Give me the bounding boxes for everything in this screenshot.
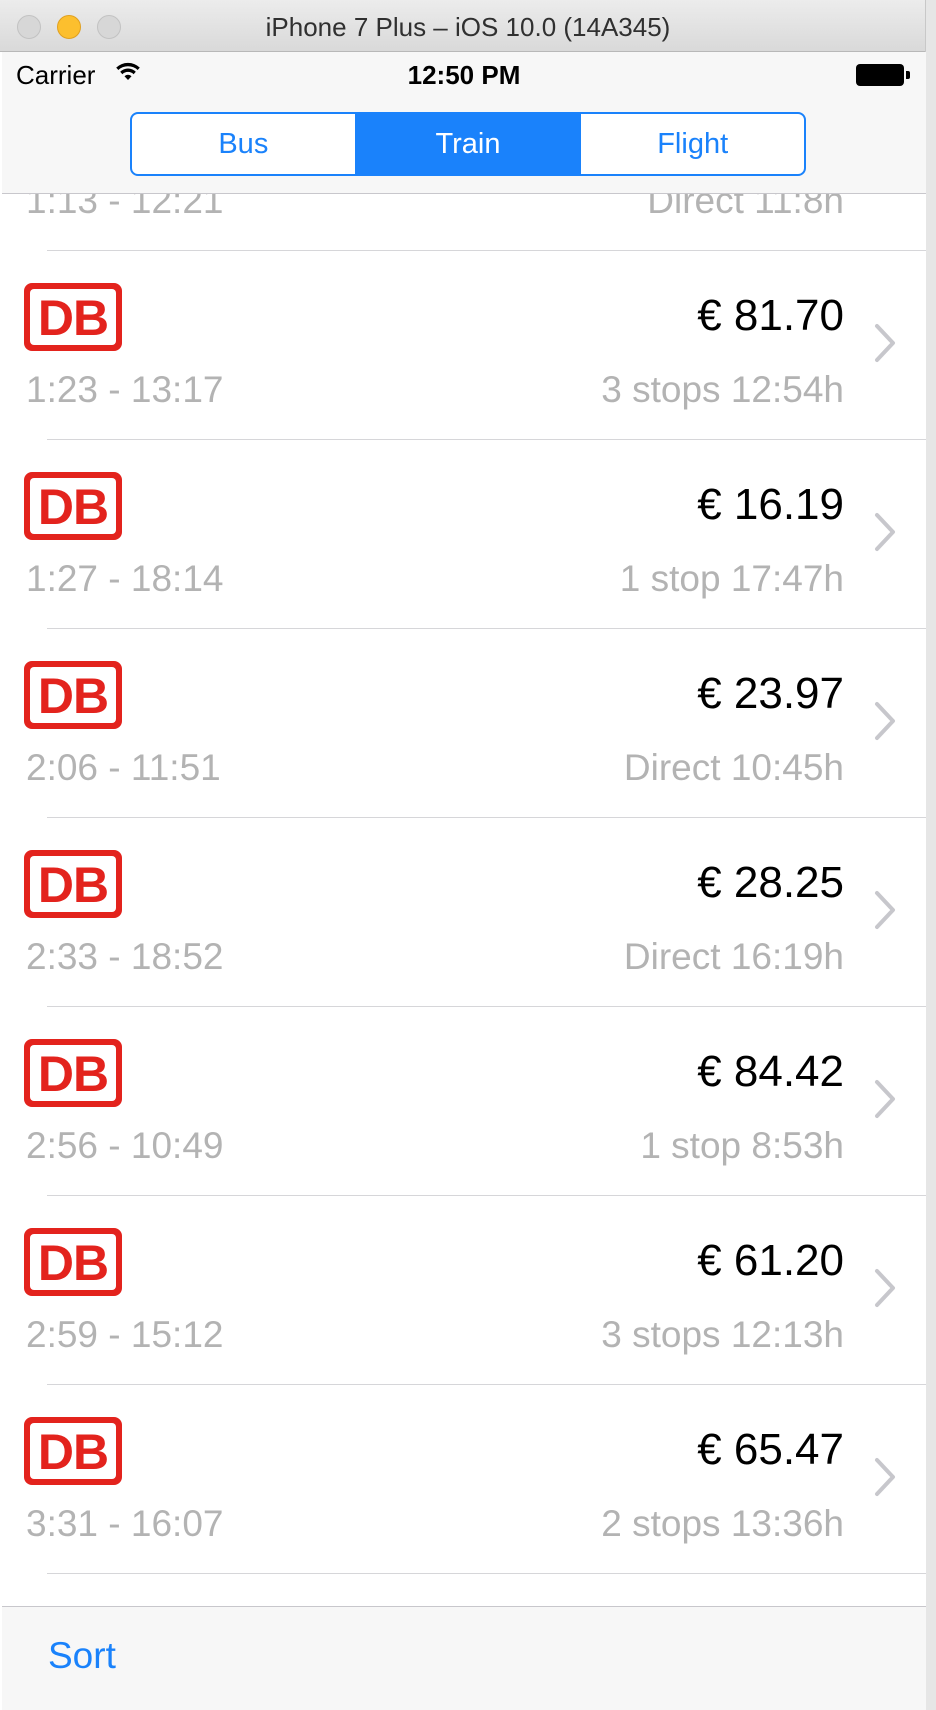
table-row[interactable]: DB € 81.70 1:23 - 13:17 3 stops 12:54h xyxy=(2,251,926,440)
window-titlebar: iPhone 7 Plus – iOS 10.0 (14A345) xyxy=(0,0,936,52)
chevron-right-icon xyxy=(875,1458,895,1496)
db-logo-text: DB xyxy=(37,1046,109,1102)
table-row[interactable]: DB € 61.20 2:59 - 15:12 3 stops 12:13h xyxy=(2,1196,926,1385)
route-price: € 84.42 xyxy=(697,1047,844,1096)
db-logo: DB xyxy=(24,1417,122,1485)
battery-icon xyxy=(856,64,912,86)
transport-mode-segmented-control[interactable]: Bus Train Flight xyxy=(130,112,806,176)
route-price: € 16.19 xyxy=(697,480,844,529)
status-time: 12:50 PM xyxy=(407,60,521,90)
route-times: 2:56 - 10:49 xyxy=(26,1125,224,1166)
db-logo-text: DB xyxy=(37,857,109,913)
chevron-right-icon xyxy=(875,891,895,929)
table-row[interactable]: DB € 23.97 2:06 - 11:51 Direct 10:45h xyxy=(2,629,926,818)
db-logo: DB xyxy=(24,850,122,918)
route-times: 1:23 - 13:17 xyxy=(26,369,224,410)
db-logo: DB xyxy=(24,472,122,540)
table-row[interactable]: DB€ 27.761:13 - 12:21Direct 11:8h xyxy=(2,194,926,251)
route-stops-duration: 3 stops 12:13h xyxy=(601,1314,844,1355)
desktop-edge xyxy=(926,0,936,1710)
status-bar: Carrier 12:50 PM xyxy=(2,52,926,96)
db-logo: DB xyxy=(24,283,122,351)
route-times: 2:59 - 15:12 xyxy=(26,1314,224,1355)
route-price: € 65.47 xyxy=(697,1425,844,1474)
route-stops-duration: Direct 11:8h xyxy=(647,194,844,221)
route-times: 1:27 - 18:14 xyxy=(26,558,224,599)
route-stops-duration: 1 stop 17:47h xyxy=(619,558,844,599)
sort-button[interactable]: Sort xyxy=(48,1635,116,1677)
chevron-right-icon xyxy=(875,513,895,551)
route-price: € 28.25 xyxy=(697,858,844,907)
navigation-bar: Bus Train Flight xyxy=(2,96,926,194)
route-price: € 61.20 xyxy=(697,1236,844,1285)
table-row[interactable]: DB € 28.25 2:33 - 18:52 Direct 16:19h xyxy=(2,818,926,1007)
db-logo-text: DB xyxy=(37,1235,109,1291)
db-logo: DB xyxy=(24,661,122,729)
chevron-right-icon xyxy=(875,702,895,740)
table-row[interactable]: DB € 84.42 2:56 - 10:49 1 stop 8:53h xyxy=(2,1007,926,1196)
route-stops-duration: 2 stops 13:36h xyxy=(601,1503,844,1544)
route-times: 1:13 - 12:21 xyxy=(26,194,224,221)
db-logo-text: DB xyxy=(37,1424,109,1480)
route-times: 2:33 - 18:52 xyxy=(26,936,224,977)
chevron-right-icon xyxy=(875,1269,895,1307)
table-row[interactable]: DB € 16.19 1:27 - 18:14 1 stop 17:47h xyxy=(2,440,926,629)
route-stops-duration: 3 stops 12:54h xyxy=(601,369,844,410)
route-price: € 81.70 xyxy=(697,291,844,340)
route-stops-duration: Direct 16:19h xyxy=(623,936,844,977)
route-times: 2:06 - 11:51 xyxy=(26,747,221,788)
route-stops-duration: Direct 10:45h xyxy=(623,747,844,788)
chevron-right-icon xyxy=(875,324,895,362)
chevron-right-icon xyxy=(875,1080,895,1118)
route-price: € 23.97 xyxy=(697,669,844,718)
table-row[interactable]: DB € 65.47 3:31 - 16:07 2 stops 13:36h xyxy=(2,1385,926,1574)
segment-train[interactable]: Train xyxy=(354,114,580,174)
segment-flight[interactable]: Flight xyxy=(579,114,804,174)
db-logo: DB xyxy=(24,1228,122,1296)
route-stops-duration: 1 stop 8:53h xyxy=(640,1125,844,1166)
route-times: 3:31 - 16:07 xyxy=(26,1503,224,1544)
db-logo-text: DB xyxy=(37,290,109,346)
db-logo: DB xyxy=(24,1039,122,1107)
window-title: iPhone 7 Plus – iOS 10.0 (14A345) xyxy=(265,12,671,42)
simulator-window: iPhone 7 Plus – iOS 10.0 (14A345) Carrie… xyxy=(0,0,936,1710)
row-separator xyxy=(47,1573,926,1574)
db-logo-text: DB xyxy=(37,668,109,724)
segment-bus[interactable]: Bus xyxy=(132,114,355,174)
db-logo-text: DB xyxy=(37,479,109,535)
routes-table[interactable]: DB€ 27.761:13 - 12:21Direct 11:8hDB€ 81.… xyxy=(2,194,926,1606)
bottom-toolbar: Sort xyxy=(2,1606,926,1710)
